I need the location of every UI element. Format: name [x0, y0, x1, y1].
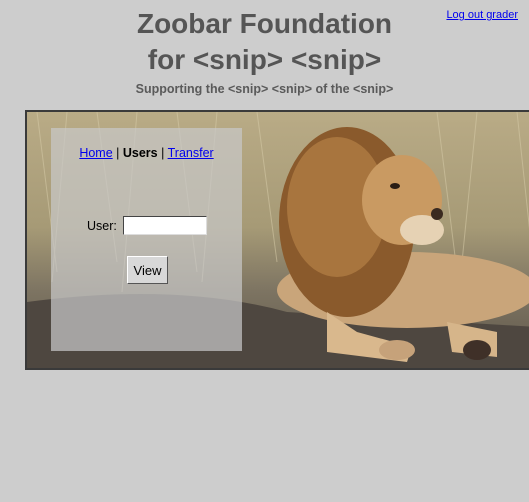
view-button[interactable]: View — [127, 256, 168, 284]
nav-users-current: Users — [122, 146, 158, 160]
users-panel: Home | Users | Transfer User: View — [51, 128, 242, 351]
lion-banner-image: Home | Users | Transfer User: View — [25, 110, 529, 370]
nav-transfer-link[interactable]: Transfer — [168, 146, 214, 160]
nav-separator: | — [116, 146, 120, 160]
site-title-line2: for <snip> <snip> — [147, 44, 382, 75]
site-tagline: Supporting the <snip> <snip> of the <sni… — [135, 82, 394, 96]
user-label: User: — [87, 218, 117, 233]
user-lookup-form: User: — [87, 216, 207, 235]
zoobar-page: Log out grader Zoobar Foundation for <sn… — [0, 0, 529, 502]
nav-separator: | — [161, 146, 165, 160]
user-input[interactable] — [122, 216, 207, 235]
nav-bar: Home | Users | Transfer — [51, 146, 242, 160]
nav-home-link[interactable]: Home — [79, 146, 112, 160]
site-title-line1: Zoobar Foundation — [136, 8, 393, 39]
